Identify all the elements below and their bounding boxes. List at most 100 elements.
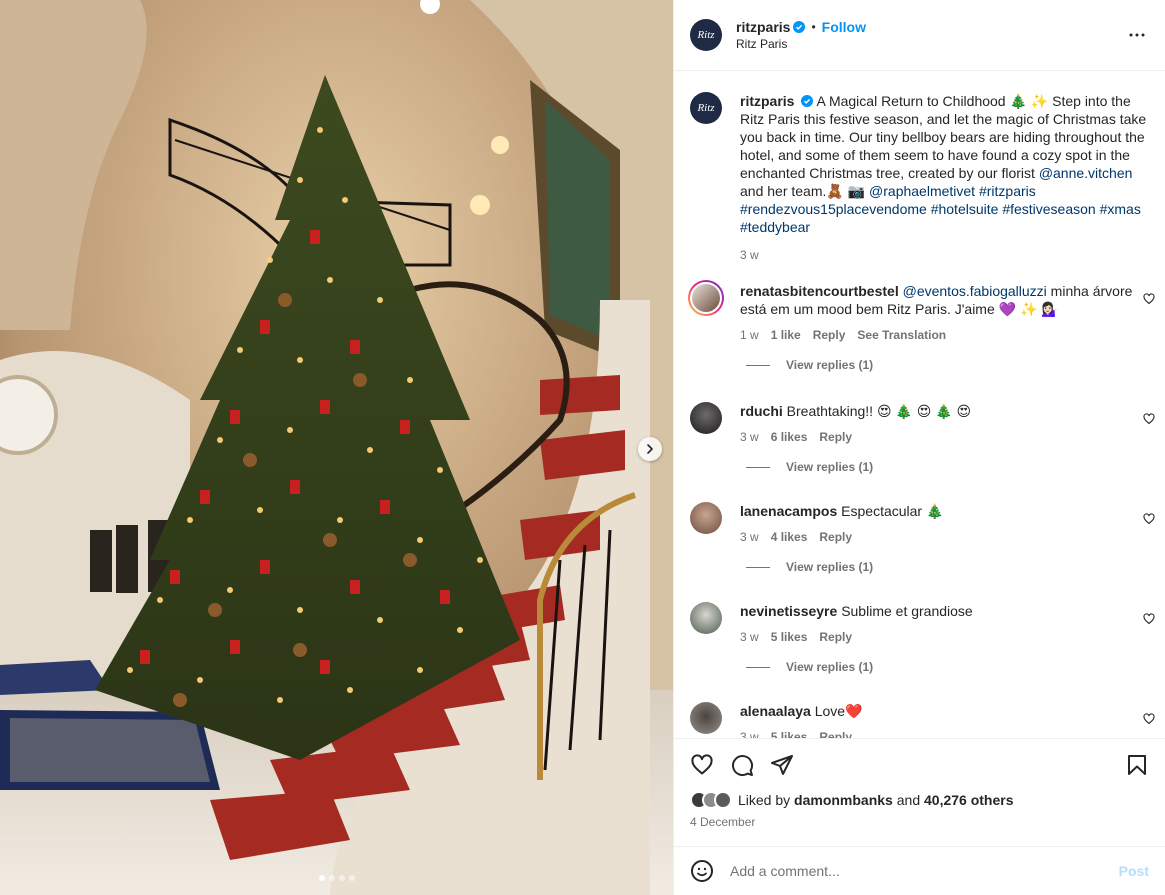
reply-button[interactable]: Reply: [819, 628, 852, 646]
reply-button[interactable]: Reply: [819, 728, 852, 738]
comment-item: renatasbitencourtbestel @eventos.fabioga…: [688, 280, 1155, 372]
liker-avatar: [714, 791, 732, 809]
view-replies-button[interactable]: View replies (1): [746, 660, 1155, 674]
comment-meta: 1 w 1 like Reply See Translation: [740, 326, 1140, 344]
comment-username[interactable]: nevinetisseyre: [740, 603, 837, 619]
mention-link[interactable]: @raphaelmetivet: [869, 183, 975, 199]
comment-username[interactable]: lanenacampos: [740, 503, 837, 519]
add-comment-bar: Post: [674, 846, 1165, 895]
hashtag-link[interactable]: #ritzparis: [979, 183, 1036, 199]
like-comment-heart-icon[interactable]: [1143, 712, 1155, 728]
hashtag-link[interactable]: #teddybear: [740, 219, 810, 235]
comment-bubble-icon[interactable]: [730, 753, 754, 777]
post-location[interactable]: Ritz Paris: [736, 37, 866, 51]
mention-link[interactable]: @eventos.fabiogalluzzi: [903, 283, 1047, 299]
post-side-panel: Ritz ritzparis • Follow Ritz Paris Ritz …: [673, 0, 1165, 895]
carousel-dot: [318, 875, 325, 881]
post-header: Ritz ritzparis • Follow Ritz Paris: [674, 0, 1165, 71]
hashtag-link[interactable]: #rendezvous15placevendome: [740, 201, 927, 217]
comment-username[interactable]: alenaalaya: [740, 703, 811, 719]
hashtag-link[interactable]: #festiveseason: [1002, 201, 1095, 217]
comment-input[interactable]: [730, 863, 1119, 879]
comment-likes[interactable]: 4 likes: [771, 528, 808, 546]
replies-line: [746, 666, 770, 668]
reply-button[interactable]: Reply: [813, 326, 846, 344]
likes-prefix: Liked by: [738, 792, 791, 808]
comment-time[interactable]: 3 w: [740, 528, 759, 546]
caption-body: ritzparis A Magical Return to Childhood …: [740, 92, 1149, 264]
paper-plane-icon[interactable]: [770, 753, 794, 777]
comment-username[interactable]: rduchi: [740, 403, 783, 419]
post-actions-section: Liked by damonmbanks and 40,276 others 4…: [674, 738, 1165, 846]
comment-meta: 3 w 5 likes Reply: [740, 728, 1140, 738]
comment-username[interactable]: renatasbitencourtbestel: [740, 283, 899, 299]
hashtag-link[interactable]: #hotelsuite: [931, 201, 999, 217]
commenter-avatar-story-ring[interactable]: [688, 280, 724, 316]
likes-summary: Liked by damonmbanks and 40,276 others: [674, 791, 1165, 809]
caption-username[interactable]: ritzparis: [740, 93, 794, 109]
comment-item: nevinetisseyre Sublime et grandiose 3 w …: [690, 602, 1155, 674]
replies-line: [746, 364, 770, 366]
carousel-next-button[interactable]: [638, 437, 662, 461]
like-comment-heart-icon[interactable]: [1143, 612, 1155, 628]
comment-text: Sublime et grandiose: [841, 603, 973, 619]
comment-time[interactable]: 3 w: [740, 628, 759, 646]
comment-time[interactable]: 1 w: [740, 326, 759, 344]
bookmark-icon[interactable]: [1125, 753, 1149, 777]
carousel-dot: [328, 875, 335, 881]
like-comment-heart-icon[interactable]: [1143, 292, 1155, 308]
view-replies-label: View replies (1): [786, 660, 874, 674]
mention-link[interactable]: @anne.vitchen: [1039, 165, 1133, 181]
chevron-right-icon: [644, 443, 656, 455]
avatar-logo-text: Ritz: [697, 29, 715, 41]
comment-text: Love❤️: [814, 703, 863, 719]
post-media[interactable]: [0, 0, 673, 895]
liker-username[interactable]: damonmbanks: [794, 792, 893, 808]
comments-scroll-area[interactable]: Ritz ritzparis A Magical Return to Child…: [674, 72, 1165, 738]
like-comment-heart-icon[interactable]: [1143, 512, 1155, 528]
commenter-avatar[interactable]: [690, 502, 722, 534]
commenter-avatar[interactable]: [690, 602, 722, 634]
caption-avatar[interactable]: Ritz: [690, 92, 722, 124]
comment-likes[interactable]: 5 likes: [771, 628, 808, 646]
likes-count[interactable]: 40,276 others: [924, 792, 1014, 808]
view-replies-button[interactable]: View replies (1): [746, 460, 1155, 474]
post-caption: Ritz ritzparis A Magical Return to Child…: [674, 72, 1165, 264]
comment-meta: 3 w 5 likes Reply: [740, 628, 1140, 646]
avatar-logo-text: Ritz: [697, 102, 715, 114]
verified-badge-icon: [801, 95, 814, 107]
commenter-avatar[interactable]: [690, 402, 722, 434]
comment-likes[interactable]: 6 likes: [771, 428, 808, 446]
author-username[interactable]: ritzparis: [736, 19, 790, 35]
more-horizontal-icon[interactable]: [1125, 23, 1149, 47]
see-translation-button[interactable]: See Translation: [857, 326, 946, 344]
view-replies-button[interactable]: View replies (1): [746, 358, 1155, 372]
comment-item: alenaalaya Love❤️ 3 w 5 likes Reply: [690, 702, 1155, 738]
comment-likes[interactable]: 5 likes: [771, 728, 808, 738]
carousel-dot: [348, 875, 355, 881]
author-avatar[interactable]: Ritz: [690, 19, 722, 51]
comment-item: lanenacampos Espectacular 🎄 3 w 4 likes …: [690, 502, 1155, 574]
comment-likes[interactable]: 1 like: [771, 326, 801, 344]
like-comment-heart-icon[interactable]: [1143, 412, 1155, 428]
reply-button[interactable]: Reply: [819, 528, 852, 546]
heart-icon[interactable]: [690, 753, 714, 777]
commenter-avatar[interactable]: [690, 702, 722, 734]
comment-text: Espectacular 🎄: [841, 503, 944, 519]
post-comment-button[interactable]: Post: [1119, 863, 1149, 879]
follow-button[interactable]: Follow: [822, 19, 866, 35]
emoji-smiley-icon[interactable]: [690, 859, 714, 883]
caption-time[interactable]: 3 w: [740, 246, 759, 264]
hashtag-link[interactable]: #xmas: [1100, 201, 1141, 217]
post-date[interactable]: 4 December: [674, 809, 1165, 829]
reply-button[interactable]: Reply: [819, 428, 852, 446]
comment-item: rduchi Breathtaking!! 😍 🎄 😍 🎄 😍 3 w 6 li…: [690, 402, 1155, 474]
commenter-avatar: [690, 282, 722, 314]
comment-time[interactable]: 3 w: [740, 428, 759, 446]
comment-time[interactable]: 3 w: [740, 728, 759, 738]
view-replies-button[interactable]: View replies (1): [746, 560, 1155, 574]
carousel-dot: [338, 875, 345, 881]
comment-meta: 3 w 4 likes Reply: [740, 528, 1140, 546]
post-dialog: Ritz ritzparis • Follow Ritz Paris Ritz …: [0, 0, 1165, 895]
comment-text: Breathtaking!! 😍 🎄 😍 🎄 😍: [786, 403, 972, 419]
